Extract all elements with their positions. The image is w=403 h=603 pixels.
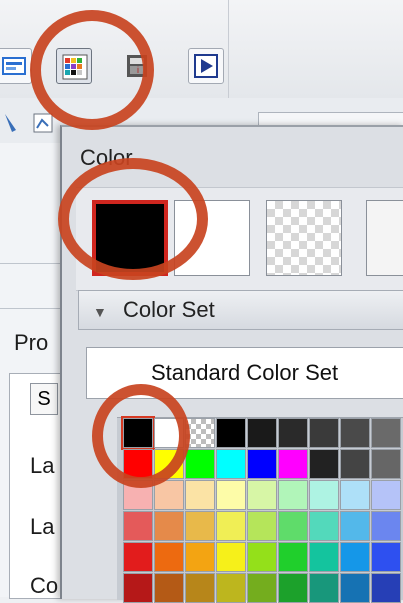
layer-icon xyxy=(2,57,26,75)
property-label: La xyxy=(30,514,55,539)
palette-color-cell[interactable] xyxy=(371,418,401,448)
color-palette-icon xyxy=(62,54,88,80)
palette-color-cell[interactable] xyxy=(185,573,215,603)
palette-color-cell[interactable] xyxy=(123,511,153,541)
pen-icon[interactable] xyxy=(2,112,24,134)
color-palette-button[interactable] xyxy=(56,48,92,84)
color-window-title: Color xyxy=(80,145,133,170)
properties-tab[interactable]: S xyxy=(30,383,58,415)
palette-color-cell[interactable] xyxy=(371,542,401,572)
palette-color-cell[interactable] xyxy=(247,542,277,572)
palette-color-cell[interactable] xyxy=(185,480,215,510)
color-set-dropdown[interactable]: Standard Color Set xyxy=(86,347,403,399)
play-button[interactable] xyxy=(188,48,224,84)
palette-color-cell[interactable] xyxy=(185,418,215,448)
palette-color-cell[interactable] xyxy=(121,416,155,450)
layer-button[interactable] xyxy=(0,48,32,84)
palette-color-cell[interactable] xyxy=(216,418,246,448)
transform-icon[interactable] xyxy=(32,112,54,134)
palette-color-cell[interactable] xyxy=(340,449,370,479)
color-set-label: Color Set xyxy=(123,297,215,322)
palette-color-cell[interactable] xyxy=(340,511,370,541)
properties-title: Pro xyxy=(14,330,49,355)
palette-color-cell[interactable] xyxy=(247,449,277,479)
sub-color-swatch[interactable] xyxy=(174,200,250,276)
palette-color-cell[interactable] xyxy=(154,511,184,541)
palette-color-cell[interactable] xyxy=(216,511,246,541)
palette-color-cell[interactable] xyxy=(216,480,246,510)
palette-color-cell[interactable] xyxy=(371,449,401,479)
color-set-header[interactable]: ▼ Color Set xyxy=(78,290,403,330)
palette-color-cell[interactable] xyxy=(309,418,339,448)
palette-color-cell[interactable] xyxy=(216,573,246,603)
palette-color-cell[interactable] xyxy=(340,573,370,603)
palette-color-cell[interactable] xyxy=(278,511,308,541)
palette-color-cell[interactable] xyxy=(247,573,277,603)
palette-color-cell[interactable] xyxy=(278,449,308,479)
palette-color-cell[interactable] xyxy=(154,480,184,510)
palette-color-cell[interactable] xyxy=(123,480,153,510)
toolbar-separator xyxy=(228,0,229,98)
main-toolbar: i xyxy=(0,0,403,99)
palette-color-cell[interactable] xyxy=(154,418,184,448)
palette-color-cell[interactable] xyxy=(371,480,401,510)
palette-color-cell[interactable] xyxy=(309,480,339,510)
palette-color-cell[interactable] xyxy=(216,542,246,572)
palette-color-cell[interactable] xyxy=(154,573,184,603)
palette-color-cell[interactable] xyxy=(309,573,339,603)
palette-color-cell[interactable] xyxy=(371,573,401,603)
color-palette-grid xyxy=(117,416,403,603)
svg-text:i: i xyxy=(137,65,139,75)
palette-color-cell[interactable] xyxy=(185,449,215,479)
palette-color-cell[interactable] xyxy=(371,511,401,541)
palette-color-cell[interactable] xyxy=(309,511,339,541)
extra-color-swatch[interactable] xyxy=(366,200,403,276)
palette-color-cell[interactable] xyxy=(123,573,153,603)
movie-icon: i xyxy=(127,55,147,77)
palette-color-cell[interactable] xyxy=(309,449,339,479)
palette-color-cell[interactable] xyxy=(340,480,370,510)
main-color-swatch[interactable] xyxy=(92,200,168,276)
palette-color-cell[interactable] xyxy=(185,542,215,572)
property-label: La xyxy=(30,453,55,478)
palette-color-cell[interactable] xyxy=(278,480,308,510)
palette-color-cell[interactable] xyxy=(185,511,215,541)
play-icon xyxy=(194,54,218,78)
movie-button[interactable]: i xyxy=(120,48,156,84)
palette-color-cell[interactable] xyxy=(216,449,246,479)
palette-color-cell[interactable] xyxy=(340,542,370,572)
palette-color-cell[interactable] xyxy=(278,573,308,603)
palette-color-cell[interactable] xyxy=(309,542,339,572)
palette-color-cell[interactable] xyxy=(123,542,153,572)
color-swatch-area xyxy=(76,187,403,291)
palette-color-cell[interactable] xyxy=(278,542,308,572)
color-window: Color ▼ Color Set Standard Color Set xyxy=(60,125,403,603)
palette-color-cell[interactable] xyxy=(247,480,277,510)
palette-color-cell[interactable] xyxy=(340,418,370,448)
collapse-triangle-icon[interactable]: ▼ xyxy=(93,304,107,320)
transparent-color-swatch[interactable] xyxy=(266,200,342,276)
palette-color-cell[interactable] xyxy=(278,418,308,448)
palette-color-cell[interactable] xyxy=(154,449,184,479)
property-label: Co xyxy=(30,573,59,598)
palette-color-cell[interactable] xyxy=(123,449,153,479)
palette-color-cell[interactable] xyxy=(247,511,277,541)
palette-color-cell[interactable] xyxy=(247,418,277,448)
palette-color-cell[interactable] xyxy=(154,542,184,572)
